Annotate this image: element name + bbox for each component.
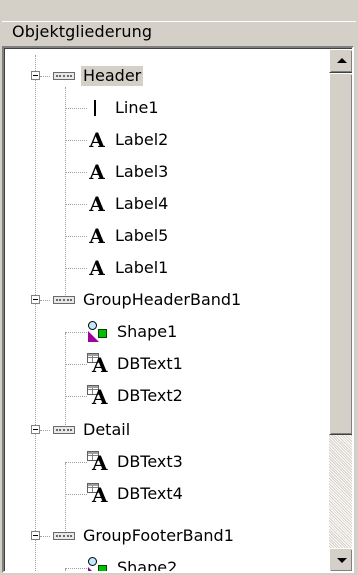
tree-node-dbtext3[interactable]: A DBText3 [87, 450, 185, 474]
tree-node-label2[interactable]: A Label2 [87, 128, 170, 152]
vertical-scrollbar[interactable] [329, 49, 352, 571]
panel-title: Objektgliederung [12, 22, 153, 41]
label-a-icon: A [89, 224, 105, 248]
arrow-up-icon [337, 58, 347, 63]
dbtext-icon: A [87, 353, 109, 375]
tree-node-label5[interactable]: A Label5 [87, 224, 170, 248]
panel-header: Objektgliederung [2, 21, 356, 45]
tree-node-label3[interactable]: A Label3 [87, 160, 170, 184]
tree-node-dbtext2[interactable]: A DBText2 [87, 384, 185, 408]
shape-icon [87, 321, 109, 343]
tree-node-label: Line1 [115, 98, 159, 117]
object-tree[interactable]: Header Line1 A Label2 A Label3 A Label4 … [2, 46, 354, 573]
collapse-header-icon[interactable] [31, 71, 40, 80]
collapse-detail-icon[interactable] [31, 425, 40, 434]
tree-node-shape2[interactable]: Shape2 [87, 556, 179, 573]
tree-node-label: GroupFooterBand1 [83, 526, 234, 545]
collapse-groupfooter-icon[interactable] [31, 531, 40, 540]
tree-node-label: Header [81, 66, 144, 86]
tree-node-label: DBText3 [117, 452, 183, 471]
tree-node-label: DBText2 [117, 386, 183, 405]
tree-node-label: DBText1 [117, 354, 183, 373]
tree-node-dbtext1[interactable]: A DBText1 [87, 352, 185, 376]
collapse-groupheader-icon[interactable] [31, 295, 40, 304]
band-icon [53, 296, 75, 304]
band-icon [53, 532, 75, 540]
tree-node-line1[interactable]: Line1 [87, 96, 161, 120]
tree-node-label: Label5 [115, 226, 169, 245]
tree-node-label: Label1 [115, 258, 169, 277]
tree-node-label: Label2 [115, 130, 169, 149]
band-icon [53, 426, 75, 434]
tree-node-label: Label3 [115, 162, 169, 181]
tree-node-groupheaderband1[interactable]: GroupHeaderBand1 [53, 288, 243, 312]
band-icon [53, 72, 75, 80]
arrow-down-icon [337, 558, 347, 563]
tree-node-label: Shape1 [117, 322, 178, 341]
dbtext-icon: A [87, 385, 109, 407]
dbtext-icon: A [87, 483, 109, 505]
tree-node-groupfooterband1[interactable]: GroupFooterBand1 [53, 524, 236, 548]
dbtext-icon: A [87, 451, 109, 473]
tree-node-detail[interactable]: Detail [53, 418, 132, 442]
scroll-up-button[interactable] [329, 49, 352, 73]
tree-node-header[interactable]: Header [53, 64, 144, 88]
line-icon [87, 98, 103, 118]
tree-node-shape1[interactable]: Shape1 [87, 320, 179, 344]
tree-node-label: GroupHeaderBand1 [83, 290, 242, 309]
tree-node-dbtext4[interactable]: A DBText4 [87, 482, 185, 506]
tree-node-label4[interactable]: A Label4 [87, 192, 170, 216]
label-a-icon: A [89, 192, 105, 216]
tree-node-label: DBText4 [117, 484, 183, 503]
tree-node-label: Detail [83, 420, 131, 439]
label-a-icon: A [89, 128, 105, 152]
tree-node-label: Shape2 [117, 558, 178, 573]
label-a-icon: A [89, 160, 105, 184]
label-a-icon: A [89, 256, 105, 280]
tree-node-label: Label4 [115, 194, 169, 213]
scroll-thumb[interactable] [329, 73, 352, 435]
tree-node-label1[interactable]: A Label1 [87, 256, 170, 280]
scroll-down-button[interactable] [329, 548, 352, 571]
shape-icon [87, 557, 109, 571]
